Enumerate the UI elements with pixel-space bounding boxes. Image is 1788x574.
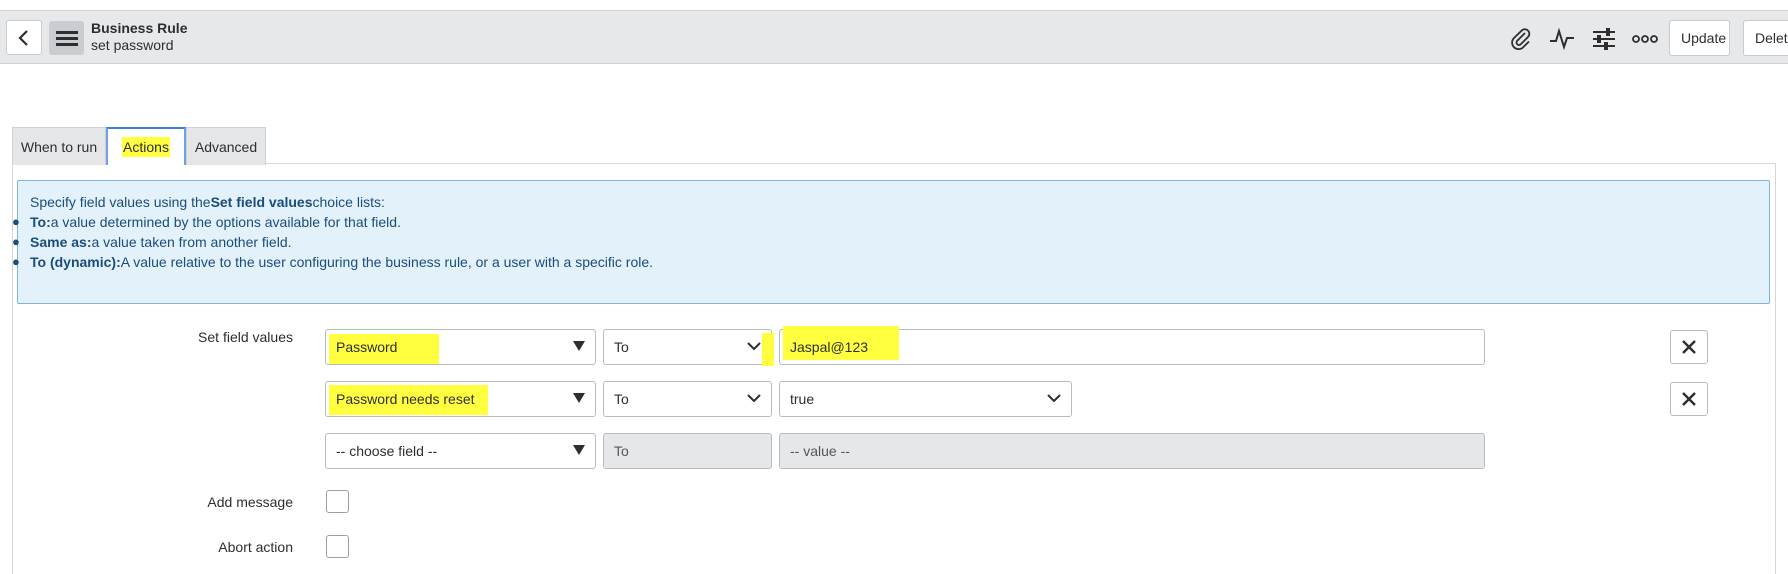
value-input[interactable]: Jaspal@123 — [779, 326, 1485, 365]
tab-advanced[interactable]: Advanced — [186, 127, 266, 165]
attachment-button[interactable] — [1506, 24, 1536, 54]
chevron-down-icon — [747, 342, 761, 351]
remove-row-button[interactable] — [1670, 330, 1708, 364]
tab-label: Advanced — [194, 138, 258, 155]
field-select-value: -- choose field -- — [336, 443, 438, 459]
triangle-down-icon — [573, 393, 585, 403]
hamburger-icon — [55, 31, 78, 46]
tab-label: Actions — [122, 137, 170, 157]
value-select-value: true — [790, 391, 815, 407]
field-select[interactable]: Password — [325, 329, 596, 365]
chevron-down-icon — [747, 394, 761, 403]
triangle-down-icon — [573, 341, 585, 351]
record-type-title: Business Rule — [91, 20, 188, 36]
info-item: ● To (dynamic):A value relative to the us… — [12, 254, 654, 270]
operator-select-value: To — [614, 443, 629, 459]
tab-label: When to run — [20, 138, 98, 155]
value-input-disabled: -- value -- — [779, 433, 1485, 469]
chevron-left-icon — [18, 29, 28, 46]
add-message-checkbox[interactable] — [326, 490, 349, 513]
value-select[interactable]: true — [779, 381, 1072, 417]
activity-pulse-icon — [1550, 27, 1574, 51]
set-field-values-label: Set field values — [198, 329, 293, 345]
form-title-block: Business Rule set password — [91, 20, 187, 54]
field-select-value: Password — [336, 339, 398, 355]
value-input-text: Jaspal@123 — [790, 339, 869, 355]
highlight-mark — [762, 333, 774, 366]
operator-select[interactable]: To — [603, 381, 772, 417]
more-options-button[interactable] — [1630, 24, 1660, 54]
form-header: Business Rule set password Update Delet — [0, 10, 1788, 64]
remove-row-button[interactable] — [1670, 382, 1708, 416]
personalize-button[interactable] — [1589, 24, 1619, 54]
triangle-down-icon — [573, 445, 585, 455]
info-item: ● Same as:a value taken from another fiel… — [12, 234, 292, 250]
add-message-label: Add message — [207, 494, 293, 510]
info-item: ● To:a value determined by the options av… — [12, 214, 401, 230]
value-input-text: -- value -- — [790, 443, 850, 459]
bullet-icon: ● — [12, 214, 20, 229]
sliders-icon — [1593, 28, 1615, 50]
abort-action-label: Abort action — [218, 539, 293, 555]
info-message-box: Specify field values using theSet field … — [12, 180, 1770, 304]
field-select-value: Password needs reset — [336, 391, 475, 407]
operator-select[interactable]: To — [603, 329, 772, 365]
operator-select-value: To — [614, 339, 629, 355]
bullet-icon: ● — [12, 254, 20, 269]
paperclip-icon — [1511, 28, 1531, 50]
abort-action-checkbox[interactable] — [326, 535, 349, 558]
close-icon — [1682, 340, 1696, 354]
delete-button[interactable]: Delet — [1743, 20, 1788, 56]
chevron-down-icon — [1047, 394, 1061, 403]
update-button[interactable]: Update — [1669, 20, 1730, 56]
operator-select-disabled: To — [603, 433, 772, 469]
close-icon — [1682, 392, 1696, 406]
bullet-icon: ● — [12, 234, 20, 249]
more-dots-icon — [1632, 35, 1658, 43]
context-menu-button[interactable] — [49, 21, 84, 55]
back-button[interactable] — [6, 20, 42, 55]
field-select[interactable]: -- choose field -- — [325, 433, 596, 469]
top-strip — [0, 0, 1788, 10]
tab-when-to-run[interactable]: When to run — [12, 127, 106, 165]
operator-select-value: To — [614, 391, 629, 407]
activity-button[interactable] — [1547, 24, 1577, 54]
info-intro: Specify field values using theSet field … — [30, 194, 385, 210]
tab-actions[interactable]: Actions — [106, 127, 186, 165]
record-name: set password — [91, 37, 174, 53]
field-select[interactable]: Password needs reset — [325, 381, 596, 417]
